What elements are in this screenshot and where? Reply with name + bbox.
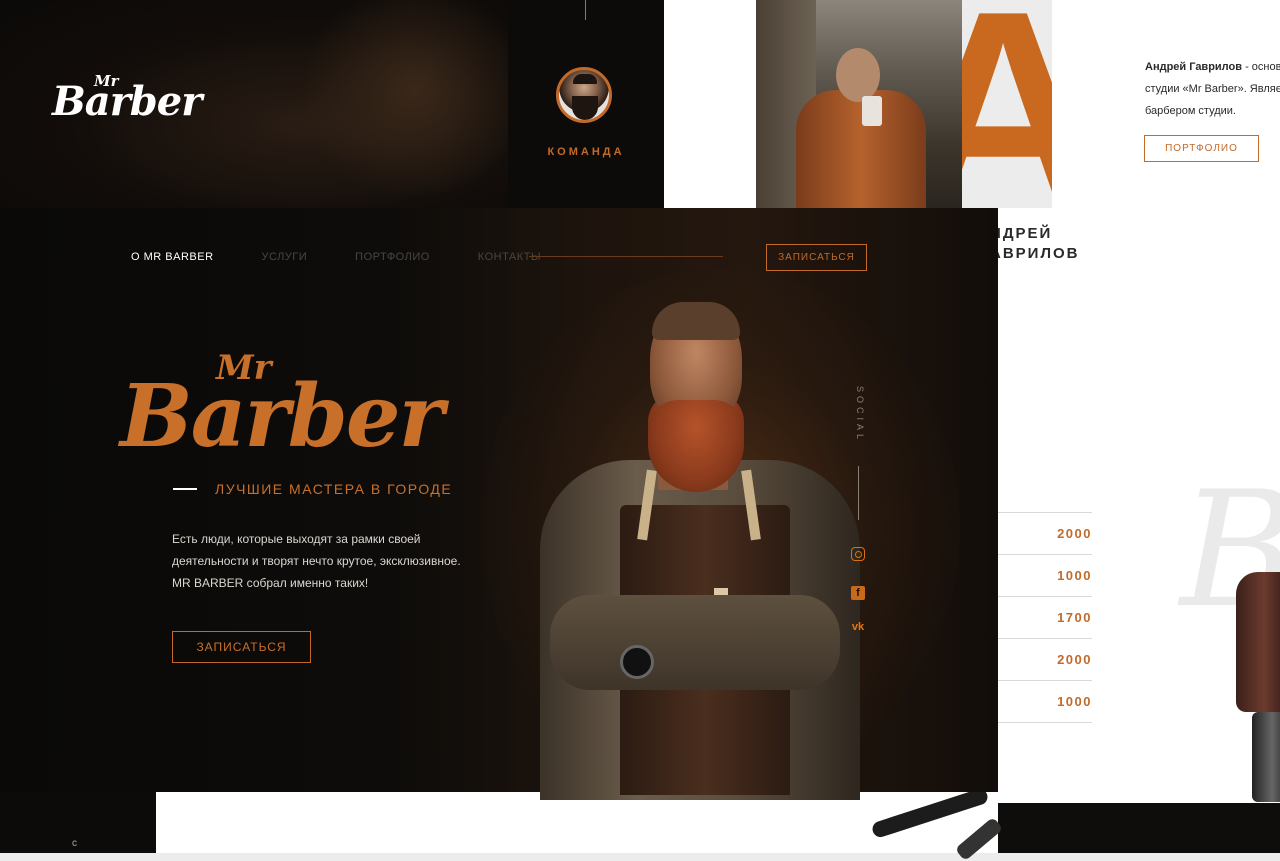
bottom-small-char: с	[72, 838, 77, 849]
barber-chair-image	[1232, 572, 1280, 802]
bio-line2: студии «Mr Barber». Являет	[1145, 83, 1280, 95]
price-row: 2000	[998, 639, 1092, 681]
portfolio-button[interactable]: ПОРТФОЛИО	[1144, 135, 1259, 162]
hero-description: Есть люди, которые выходят за рамки свое…	[172, 528, 492, 594]
bio-text: Андрей Гаврилов - основ студии «Mr Barbe…	[1145, 56, 1280, 122]
hero-desc-line2: деятельности и творят нечто крутое, экск…	[172, 554, 461, 568]
price-row: 1700	[998, 597, 1092, 639]
social-label: SOCIAL	[855, 386, 865, 444]
hero-logo: Mr Barber	[120, 330, 444, 480]
hero-desc-line1: Есть люди, которые выходят за рамки свое…	[172, 532, 421, 546]
bio-line1: - основ	[1242, 61, 1280, 73]
bottom-left-dark	[0, 792, 156, 853]
team-divider	[585, 0, 586, 20]
facebook-icon[interactable]: f	[851, 586, 865, 600]
price-list: 2000 1000 1700 2000 1000	[998, 512, 1092, 723]
barber-name-heading: НДРЕЙ АВРИЛОВ	[990, 224, 1110, 264]
razor-image	[864, 786, 1004, 861]
big-letter-decor: А	[962, 0, 1052, 208]
price-row: 1000	[998, 681, 1092, 723]
bio-line3: барбером студии.	[1145, 105, 1236, 117]
vk-icon[interactable]: vk	[851, 620, 865, 634]
signup-header-button[interactable]: ЗАПИСАТЬСЯ	[766, 244, 867, 271]
hero-tagline: ЛУЧШИЕ МАСТЕРА В ГОРОДЕ	[215, 481, 453, 497]
barber-portrait	[530, 300, 860, 800]
signup-hero-button[interactable]: ЗАПИСАТЬСЯ	[172, 631, 311, 663]
nav-item-portfolio[interactable]: ПОРТФОЛИО	[355, 251, 430, 263]
nav-item-contacts[interactable]: КОНТАКТЫ	[478, 251, 541, 263]
nav-item-services[interactable]: УСЛУГИ	[262, 251, 308, 263]
name-line2: АВРИЛОВ	[990, 245, 1080, 262]
name-line1: НДРЕЙ	[990, 225, 1053, 242]
hero-desc-line3: MR BARBER собрал именно таких!	[172, 576, 369, 590]
hero-logo-barber: Barber	[120, 366, 444, 467]
logo-small-barber: Barber	[52, 78, 202, 125]
nav-divider	[529, 256, 723, 257]
team-avatar[interactable]	[556, 67, 612, 123]
white-strip	[664, 0, 756, 208]
barber-coffee-photo	[756, 0, 962, 208]
tagline-dash	[173, 488, 197, 490]
instagram-icon[interactable]	[851, 547, 865, 561]
nav-item-about[interactable]: О MR BARBER	[131, 251, 214, 263]
price-row: 1000	[998, 555, 1092, 597]
team-label[interactable]: КОМАНДА	[508, 146, 664, 158]
logo-small[interactable]: Mr Barber	[52, 68, 202, 138]
bio-name: Андрей Гаврилов	[1145, 61, 1243, 73]
big-letter: А	[962, 0, 1052, 208]
price-row: 2000	[998, 512, 1092, 555]
social-divider	[858, 466, 859, 520]
bottom-right-dark	[998, 803, 1280, 853]
main-nav: О MR BARBER УСЛУГИ ПОРТФОЛИО КОНТАКТЫ	[131, 251, 589, 263]
